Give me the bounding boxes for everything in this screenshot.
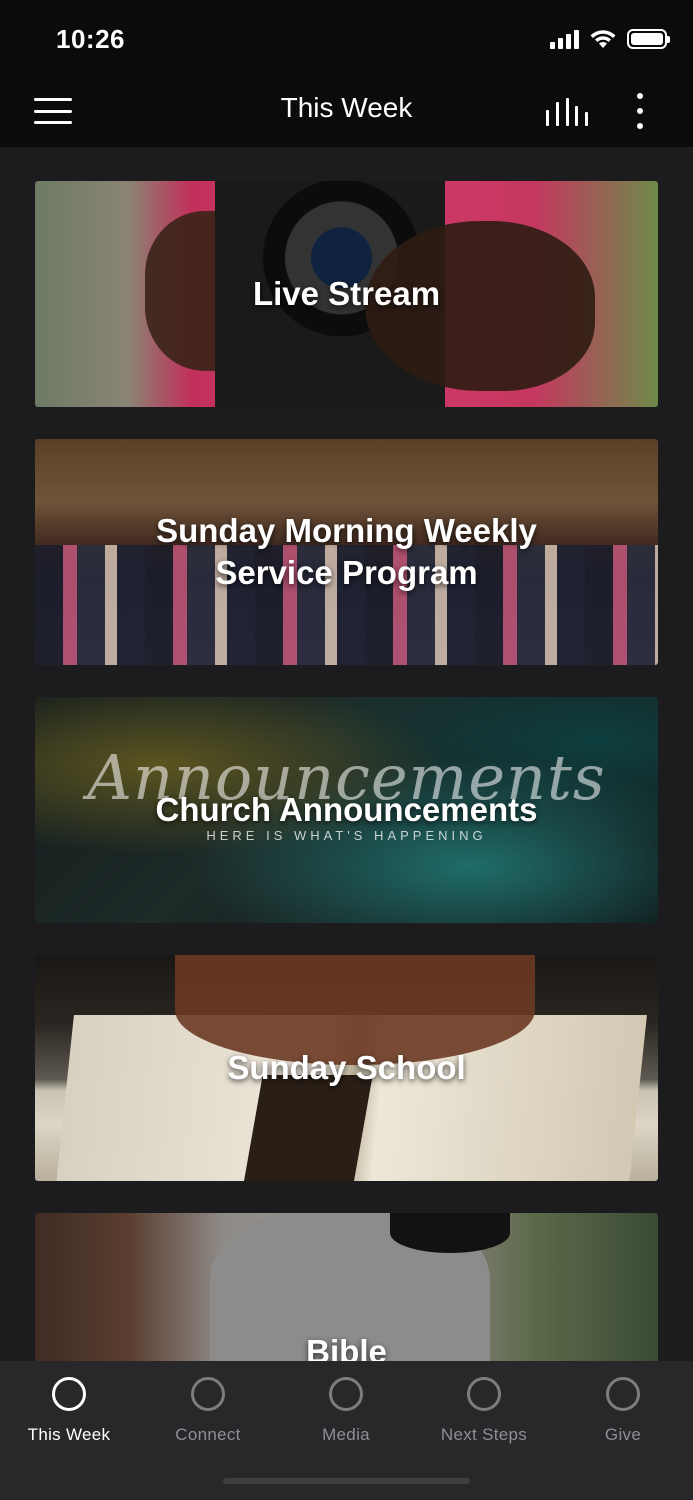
home-indicator[interactable] [223, 1478, 470, 1484]
card-title: Sunday Morning Weekly Service Program [156, 511, 537, 591]
card-church-announcements[interactable]: Announcements HERE IS WHAT'S HAPPENING C… [35, 697, 658, 923]
tab-give[interactable]: Give [563, 1375, 683, 1445]
circle-icon [329, 1377, 363, 1411]
tab-label: This Week [27, 1425, 111, 1444]
battery-icon [627, 29, 670, 49]
page-title: This Week [280, 92, 413, 123]
top-bar: 10:26 This Week [0, 0, 693, 147]
card-list[interactable]: Live Stream Sunday Morning Weekly Servic… [0, 147, 693, 1361]
tab-bar: This Week Connect Media Next Steps Give [0, 1361, 693, 1500]
tab-label: Media [322, 1425, 370, 1444]
tab-label: Next Steps [440, 1425, 528, 1444]
circle-icon [52, 1377, 86, 1411]
card-sunday-service[interactable]: Sunday Morning Weekly Service Program [35, 439, 658, 665]
status-icons [550, 26, 670, 52]
audio-bars-icon[interactable] [546, 98, 588, 126]
card-title: Sunday School [227, 1048, 466, 1086]
tab-connect[interactable]: Connect [148, 1375, 268, 1445]
status-time: 10:26 [56, 24, 125, 54]
tab-this-week[interactable]: This Week [9, 1375, 129, 1445]
card-title: Church Announcements [155, 790, 538, 828]
more-vertical-icon[interactable] [630, 93, 650, 129]
card-bible[interactable]: Bible [35, 1213, 658, 1361]
tab-media[interactable]: Media [286, 1375, 406, 1445]
tab-label: Give [604, 1425, 642, 1444]
card-title: Bible [306, 1332, 387, 1361]
card-title: Live Stream [252, 274, 441, 312]
circle-icon [191, 1377, 225, 1411]
cellular-signal-icon [550, 29, 579, 49]
tab-label: Connect [175, 1425, 241, 1444]
circle-icon [467, 1377, 501, 1411]
tab-next-steps[interactable]: Next Steps [424, 1375, 544, 1445]
card-live-stream[interactable]: Live Stream [35, 181, 658, 407]
card-sunday-school[interactable]: Sunday School [35, 955, 658, 1181]
circle-icon [606, 1377, 640, 1411]
wifi-icon [590, 30, 616, 48]
